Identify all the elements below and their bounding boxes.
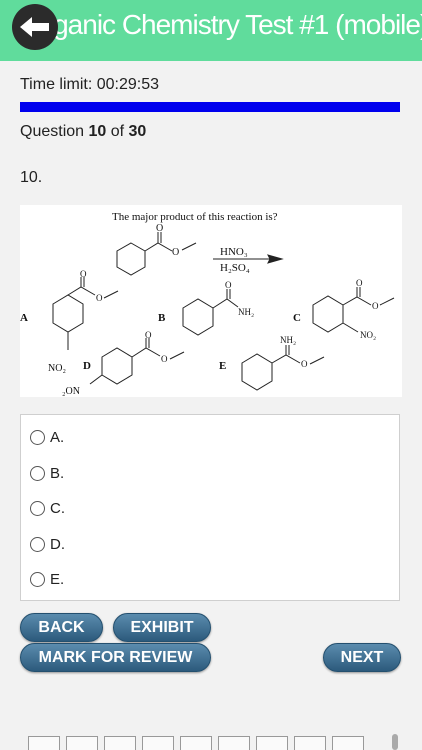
choice-b-label: B	[158, 312, 166, 324]
exhibit-button[interactable]: EXHIBIT	[113, 613, 211, 642]
e-ester-o-label: O	[301, 359, 308, 369]
answer-d-label: D.	[50, 535, 65, 553]
answer-option-b[interactable]: B.	[30, 461, 64, 485]
answer-option-d[interactable]: D.	[30, 532, 65, 556]
radio-b[interactable]	[30, 465, 45, 481]
e-nh2-label: NH₂	[280, 335, 296, 345]
answer-a-label: A.	[50, 428, 65, 446]
choice-d-label: D	[83, 360, 91, 372]
nav-cell[interactable]	[104, 736, 136, 750]
structure-c: O O NO₂	[312, 278, 395, 340]
c-ester-o-label: O	[372, 301, 379, 311]
structure-b: O NH₂	[182, 280, 254, 336]
question-counter: Question 10 of 30	[20, 123, 146, 141]
d-o-label: O	[145, 330, 152, 340]
answer-option-c[interactable]: C.	[30, 496, 65, 520]
reagent-top: HNO₃	[220, 246, 248, 258]
reactant-ester-o-label: O	[172, 247, 179, 258]
nav-cell[interactable]	[142, 736, 174, 750]
radio-e[interactable]	[30, 571, 45, 587]
back-button[interactable]: BACK	[20, 613, 103, 642]
question-total: 30	[128, 123, 147, 140]
answer-c-label: C.	[50, 499, 65, 517]
nav-cell[interactable]	[294, 736, 326, 750]
reaction-diagram: The major product of this reaction is? O…	[20, 211, 395, 397]
nav-cell[interactable]	[218, 736, 250, 750]
answer-option-e[interactable]: E.	[30, 567, 64, 591]
c-no2-label: NO₂	[360, 330, 376, 340]
scrollbar-thumb[interactable]	[392, 734, 398, 750]
a-o-label: O	[80, 269, 87, 279]
back-nav-button[interactable]	[12, 4, 58, 50]
a-no2-label: NO₂	[48, 363, 66, 374]
next-button[interactable]: NEXT	[323, 643, 401, 672]
reagent-bottom: H₂SO₄	[220, 262, 250, 274]
question-number: 10.	[20, 169, 43, 186]
nav-cell[interactable]	[66, 736, 98, 750]
structure-e: NH₂ O	[241, 335, 325, 391]
reactant-molecule: O O	[116, 223, 197, 276]
structure-a: O O NO₂	[48, 269, 119, 374]
b-nh2-label: NH₂	[238, 307, 254, 317]
figure-prompt: The major product of this reaction is?	[112, 211, 278, 223]
radio-d[interactable]	[30, 536, 45, 552]
choice-a-label: A	[20, 312, 28, 324]
question-navigator	[20, 736, 404, 750]
reactant-o-label: O	[156, 223, 163, 234]
time-limit: Time limit: 00:29:53	[20, 76, 160, 93]
question-counter-prefix: Question	[20, 123, 89, 140]
app-header: Organic Chemistry Test #1 (mobile)	[0, 0, 422, 61]
page-title: Organic Chemistry Test #1 (mobile)	[24, 9, 422, 40]
question-figure: The major product of this reaction is? O…	[20, 205, 402, 397]
d-o2n-label: ₂ON	[62, 386, 80, 397]
choice-e-label: E	[219, 360, 226, 372]
radio-c[interactable]	[30, 500, 45, 516]
c-o-label: O	[356, 278, 363, 288]
answer-options: A. B. C. D. E.	[20, 414, 400, 601]
progress-bar	[20, 102, 400, 112]
answer-option-a[interactable]: A.	[30, 425, 64, 449]
question-of-word: of	[106, 123, 129, 140]
arrow-left-icon	[20, 17, 49, 37]
answer-b-label: B.	[50, 464, 65, 482]
b-o-label: O	[225, 280, 232, 290]
answer-e-label: E.	[50, 570, 65, 588]
nav-cell[interactable]	[256, 736, 288, 750]
structure-d: O O ₂ON	[62, 330, 185, 397]
d-ester-o-label: O	[161, 354, 168, 364]
choice-c-label: C	[293, 312, 301, 324]
mark-for-review-button[interactable]: MARK FOR REVIEW	[20, 643, 211, 672]
a-ester-o-label: O	[96, 293, 103, 303]
nav-cell[interactable]	[28, 736, 60, 750]
question-current: 10	[88, 123, 107, 140]
nav-cell[interactable]	[180, 736, 212, 750]
radio-a[interactable]	[30, 429, 45, 445]
nav-cell[interactable]	[332, 736, 364, 750]
